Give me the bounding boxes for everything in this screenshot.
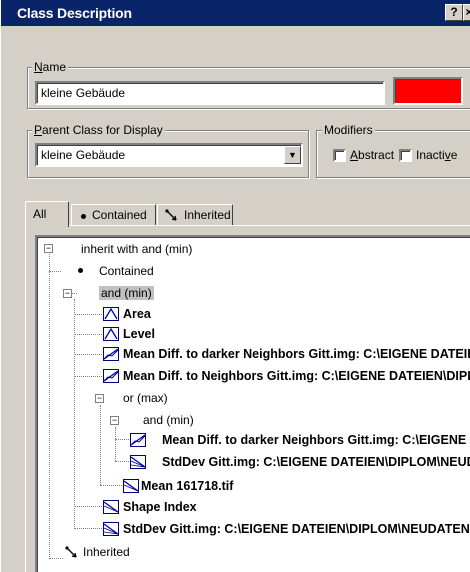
tree-node-level[interactable]: Level [123, 327, 155, 341]
mean-161718-icon [123, 479, 139, 493]
tab-all[interactable]: All [25, 201, 69, 227]
stddev-1-icon [130, 455, 146, 469]
parent-class-select[interactable]: kleine Gebäude [35, 143, 303, 167]
tree-node-contained[interactable]: Contained [99, 264, 154, 278]
tree-node-and-min[interactable]: and (min) [99, 286, 154, 300]
inherited-arrow-icon [65, 546, 77, 558]
collapse-and-toggle[interactable]: − [63, 289, 72, 298]
shape-index-icon [103, 500, 119, 514]
tree-node-stddev-2[interactable]: StdDev Gitt.img: C:\EIGENE DATEIEN\DIPLO… [123, 522, 470, 536]
title-bar: Class Description ? × [1, 0, 470, 26]
contained-dot-icon [78, 268, 83, 273]
inactive-checkbox[interactable] [399, 149, 412, 162]
tree-node-area[interactable]: Area [123, 307, 151, 321]
tree-node-shape-index[interactable]: Shape Index [123, 500, 197, 514]
abstract-checkbox[interactable] [333, 149, 346, 162]
tree-node-inherited[interactable]: Inherited [83, 545, 130, 559]
mean-diff-neighbors-icon [103, 369, 119, 383]
collapse-and-nested-toggle[interactable]: − [110, 416, 119, 425]
modifiers-label: Modifiers [322, 123, 375, 137]
abstract-label: Abstract [350, 148, 395, 162]
collapse-root-toggle[interactable]: − [44, 244, 53, 253]
name-input[interactable]: kleine Gebäude [35, 81, 385, 105]
tab-contained[interactable]: Contained [71, 204, 156, 226]
tree-node-and-min-nested[interactable]: and (min) [143, 413, 194, 427]
contained-dot-icon [81, 214, 86, 219]
name-group-label: Name [32, 60, 69, 74]
class-color-button[interactable] [393, 77, 463, 105]
tree-node-mean-161718[interactable]: Mean 161718.tif [141, 479, 233, 493]
inherited-arrow-icon [165, 209, 177, 221]
collapse-or-toggle[interactable]: − [95, 394, 104, 403]
tree-node-mean-diff-darker[interactable]: Mean Diff. to darker Neighbors Gitt.img:… [123, 347, 470, 361]
tree-node-stddev-1[interactable]: StdDev Gitt.img: C:\EIGENE DATEIEN\DIPLO… [162, 455, 470, 469]
tree-node-root[interactable]: inherit with and (min) [81, 242, 192, 256]
dialog-title: Class Description [17, 5, 132, 21]
area-feature-icon [103, 307, 119, 321]
class-description-dialog: Class Description ? × Name kleine Gebäud… [0, 0, 470, 572]
tree-node-or-max[interactable]: or (max) [123, 391, 168, 405]
close-button[interactable]: × [463, 4, 470, 21]
help-button[interactable]: ? [445, 4, 463, 21]
stddev-2-icon [103, 522, 119, 536]
class-tree[interactable]: − inherit with and (min) Contained − and… [35, 235, 470, 572]
inactive-label: Inactive [416, 148, 458, 162]
level-feature-icon [103, 327, 119, 341]
parent-class-label: Parent Class for Display [32, 123, 165, 137]
mean-diff-darker-2-icon [130, 433, 146, 447]
chevron-down-icon[interactable]: ▼ [284, 146, 301, 164]
tab-inherited[interactable]: Inherited [157, 204, 233, 226]
tree-node-mean-diff-neighbors[interactable]: Mean Diff. to Neighbors Gitt.img: C:\EIG… [123, 369, 470, 383]
tree-node-mean-diff-darker-2[interactable]: Mean Diff. to darker Neighbors Gitt.img:… [162, 433, 470, 447]
mean-diff-darker-icon [103, 347, 119, 361]
